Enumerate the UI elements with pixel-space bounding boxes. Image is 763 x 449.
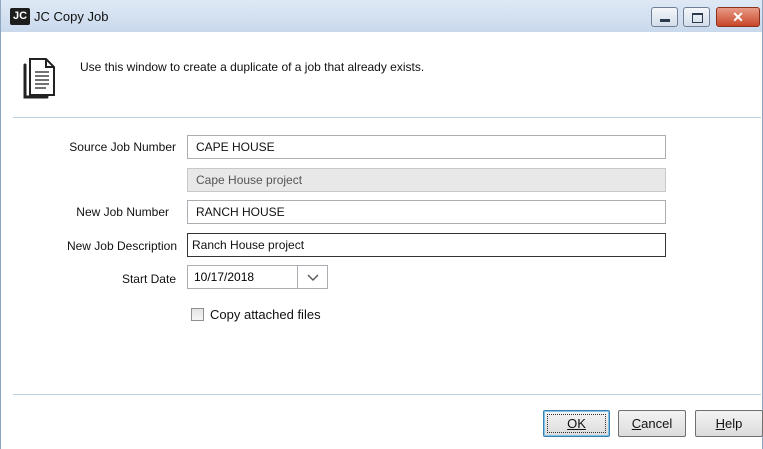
source-job-field[interactable]: CAPE HOUSE [187,135,666,159]
focus-outline [547,414,606,433]
new-job-label: New Job Number [76,205,169,219]
date-dropdown-button[interactable] [297,265,328,289]
copy-files-checkbox[interactable] [191,308,204,321]
maximize-icon [692,13,703,23]
start-date-field[interactable]: 10/17/2018 [187,265,298,289]
maximize-button[interactable] [683,7,710,27]
document-copy-icon [23,58,55,99]
copy-files-label[interactable]: Copy attached files [210,307,321,322]
chevron-down-icon [307,274,318,281]
source-job-label: Source Job Number [69,140,176,154]
title-bar[interactable]: JC JC Copy Job ✕ [1,0,762,32]
minimize-button[interactable] [651,7,678,27]
new-job-field[interactable]: RANCH HOUSE [187,200,666,224]
new-description-label: New Job Description [66,239,177,253]
header-area: Use this window to create a duplicate of… [1,32,762,118]
new-description-field[interactable]: Ranch House project [187,233,666,257]
help-label: Help [715,416,743,431]
ok-button[interactable]: OK [543,410,610,437]
window-title: JC Copy Job [34,9,109,24]
intro-text: Use this window to create a duplicate of… [80,60,425,74]
header-divider [13,117,761,118]
close-button[interactable]: ✕ [716,7,760,27]
cancel-button[interactable]: Cancel [618,410,686,437]
cancel-label: Cancel [631,416,673,431]
help-button[interactable]: Help [695,410,763,437]
copy-job-window: JC JC Copy Job ✕ Use this window to crea… [0,0,763,449]
start-date-label: Start Date [121,272,176,286]
close-icon: ✕ [732,9,744,25]
jc-app-icon: JC [10,8,30,25]
footer-divider [13,394,761,395]
start-date-picker: 10/17/2018 [187,265,328,289]
minimize-icon [660,19,670,22]
source-job-description-field: Cape House project [187,168,666,192]
